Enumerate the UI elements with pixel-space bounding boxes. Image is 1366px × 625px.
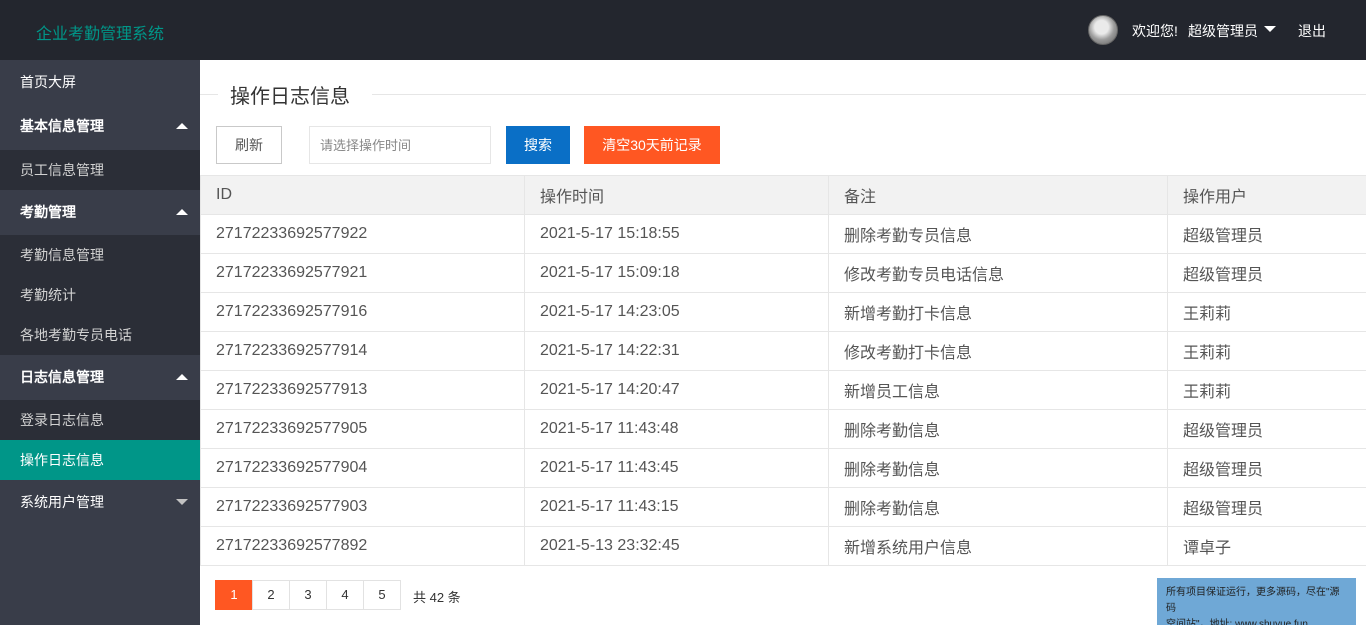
cell-time: 2021-5-17 14:22:31 bbox=[524, 331, 829, 371]
chevron-up-icon bbox=[176, 374, 188, 380]
refresh-button[interactable]: 刷新 bbox=[216, 126, 282, 164]
cell-time: 2021-5-17 14:20:47 bbox=[524, 370, 829, 410]
cell-id: 27172233692577922 bbox=[200, 214, 525, 254]
notice-line-1: 所有项目保证运行，更多源码，尽在"源码 bbox=[1166, 587, 1340, 614]
cell-id: 27172233692577913 bbox=[200, 370, 525, 410]
cell-time: 2021-5-17 15:09:18 bbox=[524, 253, 829, 293]
cell-user: 谭卓子 bbox=[1167, 526, 1366, 566]
cell-remark: 新增考勤打卡信息 bbox=[828, 292, 1168, 332]
page-button-5[interactable]: 5 bbox=[363, 580, 401, 610]
source-notice-banner: 所有项目保证运行，更多源码，尽在"源码 空间站"，地址: www.shuyue.… bbox=[1157, 578, 1356, 625]
sidebar-item-attendance-info[interactable]: 考勤信息管理 bbox=[0, 235, 200, 275]
table-row[interactable]: 27172233692577892 2021-5-13 23:32:45 新增系… bbox=[200, 526, 1366, 566]
search-button[interactable]: 搜索 bbox=[506, 126, 570, 164]
cell-remark: 删除考勤信息 bbox=[828, 409, 1168, 449]
cell-time: 2021-5-17 11:43:15 bbox=[524, 487, 829, 527]
cell-time: 2021-5-17 15:18:55 bbox=[524, 214, 829, 254]
sidebar-item-attendance-phones[interactable]: 各地考勤专员电话 bbox=[0, 315, 200, 355]
cell-id: 27172233692577904 bbox=[200, 448, 525, 488]
welcome-text: 欢迎您! bbox=[1132, 23, 1178, 39]
table-row[interactable]: 27172233692577914 2021-5-17 14:22:31 修改考… bbox=[200, 331, 1366, 371]
logout-link[interactable]: 退出 bbox=[1298, 21, 1326, 41]
chevron-up-icon bbox=[176, 209, 188, 215]
table-row[interactable]: 27172233692577913 2021-5-17 14:20:47 新增员… bbox=[200, 370, 1366, 410]
cell-remark: 修改考勤打卡信息 bbox=[828, 331, 1168, 371]
app-title[interactable]: 企业考勤管理系统 bbox=[36, 20, 164, 44]
cell-remark: 删除考勤专员信息 bbox=[828, 214, 1168, 254]
clear-old-records-button[interactable]: 清空30天前记录 bbox=[584, 126, 720, 164]
cell-remark: 修改考勤专员电话信息 bbox=[828, 253, 1168, 293]
page-button-4[interactable]: 4 bbox=[326, 580, 364, 610]
table-row[interactable]: 27172233692577904 2021-5-17 11:43:45 删除考… bbox=[200, 448, 1366, 488]
cell-user: 王莉莉 bbox=[1167, 331, 1366, 371]
sidebar-item-attendance-stats[interactable]: 考勤统计 bbox=[0, 275, 200, 315]
cell-remark: 新增员工信息 bbox=[828, 370, 1168, 410]
table-row[interactable]: 27172233692577922 2021-5-17 15:18:55 删除考… bbox=[200, 214, 1366, 254]
table-row[interactable]: 27172233692577921 2021-5-17 15:09:18 修改考… bbox=[200, 253, 1366, 293]
table-row[interactable]: 27172233692577903 2021-5-17 11:43:15 删除考… bbox=[200, 487, 1366, 527]
cell-time: 2021-5-17 11:43:48 bbox=[524, 409, 829, 449]
sidebar: 首页大屏 基本信息管理 员工信息管理 考勤管理 考勤信息管理 考勤统计 各地考勤… bbox=[0, 60, 200, 625]
sidebar-group-attendance[interactable]: 考勤管理 bbox=[0, 190, 200, 235]
page-button-3[interactable]: 3 bbox=[289, 580, 327, 610]
user-menu-name[interactable]: 超级管理员 bbox=[1188, 21, 1258, 41]
sidebar-group-label: 系统用户管理 bbox=[20, 494, 104, 510]
column-header-time[interactable]: 操作时间 bbox=[524, 175, 829, 215]
cell-id: 27172233692577921 bbox=[200, 253, 525, 293]
cell-id: 27172233692577905 bbox=[200, 409, 525, 449]
cell-user: 超级管理员 bbox=[1167, 253, 1366, 293]
operation-time-input[interactable] bbox=[309, 126, 491, 164]
top-header: 企业考勤管理系统 欢迎您! 超级管理员 退出 bbox=[0, 0, 1366, 60]
cell-user: 超级管理员 bbox=[1167, 409, 1366, 449]
cell-time: 2021-5-17 14:23:05 bbox=[524, 292, 829, 332]
chevron-up-icon bbox=[176, 123, 188, 129]
sidebar-group-system-users[interactable]: 系统用户管理 bbox=[0, 480, 200, 525]
cell-id: 27172233692577916 bbox=[200, 292, 525, 332]
sidebar-item-employee-info[interactable]: 员工信息管理 bbox=[0, 150, 200, 190]
avatar[interactable] bbox=[1088, 15, 1118, 45]
cell-time: 2021-5-17 11:43:45 bbox=[524, 448, 829, 488]
page-title: 操作日志信息 bbox=[230, 80, 362, 109]
sidebar-group-label: 考勤管理 bbox=[20, 204, 76, 220]
sidebar-group-basic-info[interactable]: 基本信息管理 bbox=[0, 104, 200, 149]
cell-remark: 删除考勤信息 bbox=[828, 487, 1168, 527]
table-header-row: ID 操作时间 备注 操作用户 bbox=[200, 175, 1366, 215]
sidebar-item-operation-logs[interactable]: 操作日志信息 bbox=[0, 440, 200, 480]
cell-id: 27172233692577914 bbox=[200, 331, 525, 371]
cell-remark: 新增系统用户信息 bbox=[828, 526, 1168, 566]
sidebar-item-login-logs[interactable]: 登录日志信息 bbox=[0, 400, 200, 440]
cell-user: 王莉莉 bbox=[1167, 370, 1366, 410]
sidebar-item-home[interactable]: 首页大屏 bbox=[0, 62, 200, 102]
cell-user: 王莉莉 bbox=[1167, 292, 1366, 332]
sidebar-group-label: 基本信息管理 bbox=[20, 118, 104, 134]
sidebar-group-logs[interactable]: 日志信息管理 bbox=[0, 355, 200, 400]
cell-user: 超级管理员 bbox=[1167, 487, 1366, 527]
cell-remark: 删除考勤信息 bbox=[828, 448, 1168, 488]
cell-id: 27172233692577903 bbox=[200, 487, 525, 527]
divider bbox=[372, 94, 1366, 95]
pagination: 1 2 3 4 5 bbox=[215, 580, 401, 610]
divider bbox=[200, 94, 218, 95]
page-button-2[interactable]: 2 bbox=[252, 580, 290, 610]
page-button-1[interactable]: 1 bbox=[215, 580, 253, 610]
cell-time: 2021-5-13 23:32:45 bbox=[524, 526, 829, 566]
pagination-total: 共 42 条 bbox=[413, 590, 461, 605]
chevron-down-icon bbox=[176, 499, 188, 505]
sidebar-group-label: 日志信息管理 bbox=[20, 369, 104, 385]
cell-user: 超级管理员 bbox=[1167, 448, 1366, 488]
operation-log-table: ID 操作时间 备注 操作用户 27172233692577922 2021-5… bbox=[200, 175, 1366, 566]
cell-id: 27172233692577892 bbox=[200, 526, 525, 566]
notice-line-2: 空间站"，地址: www.shuyue.fun bbox=[1166, 619, 1308, 625]
cell-user: 超级管理员 bbox=[1167, 214, 1366, 254]
table-row[interactable]: 27172233692577916 2021-5-17 14:23:05 新增考… bbox=[200, 292, 1366, 332]
column-header-remark[interactable]: 备注 bbox=[828, 175, 1168, 215]
chevron-down-icon[interactable] bbox=[1264, 26, 1276, 32]
column-header-user[interactable]: 操作用户 bbox=[1167, 175, 1366, 215]
table-row[interactable]: 27172233692577905 2021-5-17 11:43:48 删除考… bbox=[200, 409, 1366, 449]
column-header-id[interactable]: ID bbox=[200, 175, 525, 215]
